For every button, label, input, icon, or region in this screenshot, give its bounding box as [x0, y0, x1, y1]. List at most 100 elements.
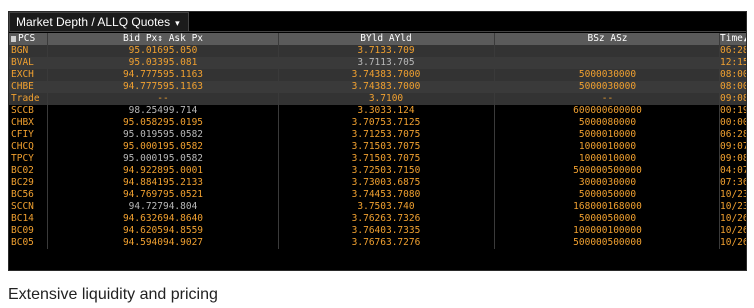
bid-ask-yield-cell: 3.3033.124 [357, 105, 415, 116]
bid-ask-price-cell: 94.72794.804 [128, 201, 198, 212]
dropdown-caret-icon[interactable]: ▾ [175, 18, 180, 28]
bid-ask-size-cell: 5000010000 [578, 129, 637, 140]
bid-ask-yield-cell: 3.71503.7075 [351, 141, 421, 152]
quote-time-cell: 06:28 [720, 129, 747, 140]
bid-ask-size-cell: 1000010000 [578, 153, 637, 164]
quote-time-cell: 09:07 [720, 141, 747, 152]
bid-ask-price-cell: 94.777595.1163 [122, 81, 204, 92]
bid-ask-price-cell: 94.884195.2133 [122, 177, 204, 188]
bid-ask-size-cell: -- [601, 93, 614, 104]
quote-time-cell: 12:15 [720, 57, 747, 68]
bid-ask-price-cell: 94.620594.8559 [122, 225, 204, 236]
caption-text: Extensive liquidity and pricing [8, 286, 218, 303]
bid-ask-size-cell: 168000168000 [573, 201, 642, 212]
bid-ask-yield-cell: 3.7100 [368, 93, 404, 104]
bid-ask-yield-cell: 3.74383.7000 [351, 69, 421, 80]
bid-ask-price-cell: 95.000195.0582 [122, 141, 204, 152]
quote-time-cell: 07:36 [720, 177, 747, 188]
bid-ask-yield-cell: 3.7133.709 [357, 45, 415, 56]
column-header-time[interactable]: Time▲ [720, 33, 746, 45]
bid-ask-size-cell [495, 45, 720, 57]
bid-ask-size-cell: 5000050000 [578, 213, 637, 224]
bid-ask-price-cell: 94.777595.1163 [122, 69, 204, 80]
pricing-source-cell: BVAL [11, 57, 34, 68]
quote-row[interactable]: BC29 94.884195.2133 3.73003.6875 3000030000… [9, 177, 746, 189]
pricing-source-cell: BC05 [11, 237, 34, 248]
quote-row[interactable]: SCCB 98.25499.714 3.3033.124 600000600000 00… [9, 105, 746, 117]
bid-ask-yield-cell: 3.70753.7125 [351, 117, 421, 128]
bid-ask-yield-cell: 3.71503.7075 [351, 153, 421, 164]
pricing-source-cell: SCCB [11, 105, 34, 116]
bid-ask-size-cell [495, 57, 720, 69]
pricing-source-cell: CHCQ [11, 141, 34, 152]
window-title-tab[interactable]: Market Depth / ALLQ Quotes ▾ [9, 12, 189, 32]
bid-ask-price-cell: 95.03395.081 [128, 57, 198, 68]
bid-ask-yield-cell: 3.73003.6875 [351, 177, 421, 188]
quote-row[interactable]: CFIY 95.019595.0582 3.71253.7075 5000010000… [9, 129, 746, 141]
bid-ask-yield-cell: 3.74383.7000 [351, 81, 421, 92]
bid-ask-price-cell: 94.632694.8640 [122, 213, 204, 224]
pricing-source-cell: CFIY [11, 129, 34, 140]
quote-row[interactable]: CHCQ 95.000195.0582 3.71503.7075 1000010000… [9, 141, 746, 153]
pricing-source-cell: Trade [11, 93, 40, 104]
quote-row[interactable]: BC56 94.769795.0521 3.74453.7080 5000050000… [9, 189, 746, 201]
bid-ask-yield-cell: 3.76403.7335 [351, 225, 421, 236]
column-divider[interactable] [47, 33, 48, 249]
bid-ask-size-cell: 5000080000 [578, 117, 637, 128]
quote-row[interactable]: BC02 94.922895.0001 3.72503.7150 5000005000… [9, 165, 746, 177]
quote-time-cell: 10/23 [720, 189, 747, 200]
quote-row[interactable]: Trade -- 3.7100 -- 09:08 [9, 93, 746, 105]
bid-ask-price-cell: 95.000195.0582 [122, 153, 204, 164]
pricing-source-cell: CHBE [11, 81, 34, 92]
pricing-source-cell: SCCN [11, 201, 34, 212]
bid-ask-yield-cell: 3.76763.7276 [351, 237, 421, 248]
quote-row[interactable]: TPCY 95.000195.0582 3.71503.7075 1000010000… [9, 153, 746, 165]
quote-time-cell: 00:19 [720, 105, 747, 116]
quote-rows: BGN 95.01695.050 3.7133.709 06:28 BVAL 95.033… [9, 45, 746, 249]
quote-row[interactable]: BGN 95.01695.050 3.7133.709 06:28 [9, 45, 746, 57]
quote-time-cell: 09:08 [720, 93, 747, 104]
column-header-bid-ask[interactable]: Bid Px↕ Ask Px [49, 33, 277, 45]
window-titlebar: Market Depth / ALLQ Quotes ▾ [9, 12, 746, 32]
bid-ask-size-cell: 1000010000 [578, 141, 637, 152]
quote-row[interactable]: BC09 94.620594.8559 3.76403.7335 1000001000… [9, 225, 746, 237]
quote-time-cell: 09:08 [720, 153, 747, 164]
bid-ask-yield-cell: 3.76263.7326 [351, 213, 421, 224]
column-divider[interactable] [494, 33, 495, 249]
quote-time-cell: 08:00 [720, 81, 747, 92]
bid-ask-size-cell: 5000030000 [578, 81, 637, 92]
quote-row[interactable]: BVAL 95.03395.081 3.7113.705 12:15 [9, 57, 746, 69]
column-header-pcs[interactable]: PCS [11, 33, 47, 45]
bid-ask-size-cell: 5000050000 [578, 189, 637, 200]
quote-time-cell: 10/26 [720, 213, 747, 224]
pricing-source-cell: CHBX [11, 117, 34, 128]
pricing-source-cell: BGN [11, 45, 29, 56]
quote-time-cell: 04:07 [720, 165, 747, 176]
quotes-grid: PCS Bid Px↕ Ask Px BYld AYld BSz ASz Tim… [9, 33, 746, 249]
title-divider [9, 31, 746, 32]
pricing-source-cell: EXCH [11, 69, 34, 80]
quote-time-cell: 08:00 [720, 69, 747, 80]
column-divider[interactable] [719, 33, 720, 249]
quote-row[interactable]: CHBX 95.058295.0195 3.70753.7125 5000080000… [9, 117, 746, 129]
quote-row[interactable]: CHBE 94.777595.1163 3.74383.7000 5000030000… [9, 81, 746, 93]
quote-row[interactable]: BC05 94.594094.9027 3.76763.7276 5000005000… [9, 237, 746, 249]
bid-ask-size-cell: 3000030000 [578, 177, 637, 188]
bid-ask-price-cell: 94.769795.0521 [122, 189, 204, 200]
column-divider[interactable] [278, 33, 279, 249]
quote-row[interactable]: BC14 94.632694.8640 3.76263.7326 5000050000… [9, 213, 746, 225]
bid-ask-yield-cell: 3.7503.740 [357, 201, 415, 212]
grid-menu-icon[interactable] [11, 35, 16, 42]
market-depth-window: Market Depth / ALLQ Quotes ▾ PCS Bid Px↕ … [8, 11, 747, 271]
column-header-size[interactable]: BSz ASz [495, 33, 720, 45]
bid-ask-yield-cell: 3.74453.7080 [351, 189, 421, 200]
bid-ask-price-cell: 94.922895.0001 [122, 165, 204, 176]
column-header-yield[interactable]: BYld AYld [279, 33, 493, 45]
grid-header: PCS Bid Px↕ Ask Px BYld AYld BSz ASz Tim… [9, 33, 746, 45]
quote-row[interactable]: EXCH 94.777595.1163 3.74383.7000 5000030000… [9, 69, 746, 81]
bid-ask-price-cell: -- [157, 93, 169, 104]
pricing-source-cell: BC56 [11, 189, 34, 200]
pricing-source-cell: BC29 [11, 177, 34, 188]
sort-ascending-icon[interactable]: ▲ [744, 35, 746, 43]
quote-row[interactable]: SCCN 94.72794.804 3.7503.740 168000168000 10… [9, 201, 746, 213]
